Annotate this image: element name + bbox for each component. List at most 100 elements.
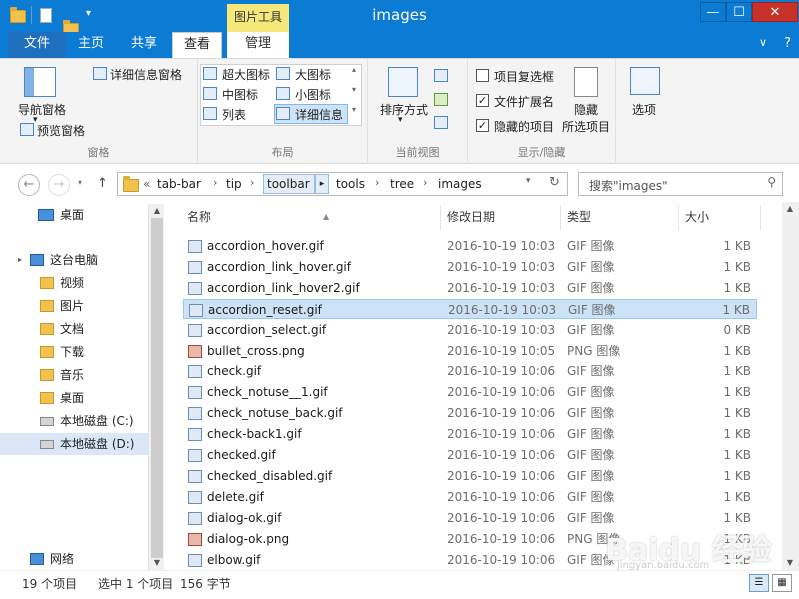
nav-item-this-pc[interactable]: ▸ 这台电脑 bbox=[0, 249, 148, 271]
scroll-up-icon[interactable]: ▲ bbox=[782, 202, 798, 216]
hide-selected-button-2[interactable]: 所选项目 bbox=[562, 118, 610, 135]
nav-item-desktop-folder[interactable]: 桌面 bbox=[0, 387, 148, 409]
column-name[interactable]: 名称 ▲ bbox=[183, 205, 441, 230]
sort-icon[interactable] bbox=[388, 67, 418, 97]
nav-scroll-thumb[interactable] bbox=[151, 218, 163, 558]
gallery-expand-icon[interactable]: ▾ bbox=[352, 105, 356, 114]
nav-scrollbar[interactable]: ▲ ▼ bbox=[148, 204, 164, 570]
scroll-up-icon[interactable]: ▲ bbox=[149, 204, 165, 218]
hide-selected-button[interactable]: 隐藏 bbox=[574, 101, 598, 118]
tab-manage[interactable]: 管理 bbox=[227, 32, 289, 58]
table-row[interactable]: check.gif 2016-10-19 10:06 GIF 图像 1 KB bbox=[183, 361, 757, 381]
breadcrumb-tree[interactable]: tree bbox=[390, 177, 414, 191]
sort-by-button[interactable]: 排序方式 bbox=[380, 101, 428, 118]
gallery-scroll-up-icon[interactable]: ▴ bbox=[352, 65, 356, 74]
nav-item-drive-c[interactable]: 本地磁盘 (C:) bbox=[0, 410, 148, 432]
address-history-icon[interactable]: ▾ bbox=[526, 176, 531, 186]
group-by-icon[interactable] bbox=[434, 69, 448, 82]
nav-item-network[interactable]: 网络 bbox=[0, 548, 148, 570]
expand-arrow-icon[interactable]: ▸ bbox=[18, 249, 22, 271]
nav-item-videos[interactable]: 视频 bbox=[0, 272, 148, 294]
breadcrumb-tab-bar[interactable]: tab-bar bbox=[157, 177, 201, 191]
details-view-button[interactable]: ☰ bbox=[749, 574, 769, 592]
forward-button[interactable]: → bbox=[48, 174, 70, 196]
tab-home[interactable]: 主页 bbox=[68, 32, 114, 58]
file-date: 2016-10-19 10:06 bbox=[447, 427, 556, 442]
search-icon[interactable]: ⚲ bbox=[767, 175, 776, 189]
breadcrumb-separator-icon[interactable]: › bbox=[213, 176, 217, 189]
table-row[interactable]: check_notuse__1.gif 2016-10-19 10:06 GIF 图… bbox=[183, 382, 757, 402]
scroll-down-icon[interactable]: ▼ bbox=[149, 556, 165, 570]
breadcrumb-tools[interactable]: tools bbox=[336, 177, 365, 191]
maximize-button[interactable]: ☐ bbox=[726, 2, 752, 22]
tab-share[interactable]: 共享 bbox=[118, 32, 170, 58]
column-type[interactable]: 类型 bbox=[563, 205, 679, 230]
file-extensions-checkbox[interactable]: ✓ bbox=[476, 94, 489, 107]
up-button[interactable]: ↑ bbox=[97, 176, 108, 191]
details-pane-button[interactable]: 详细信息窗格 bbox=[110, 66, 182, 83]
scroll-down-icon[interactable]: ▼ bbox=[782, 556, 798, 570]
details-pane-icon[interactable] bbox=[93, 67, 107, 80]
layout-details[interactable]: 详细信息 bbox=[295, 106, 343, 123]
table-row[interactable]: checked.gif 2016-10-19 10:06 GIF 图像 1 KB bbox=[183, 445, 757, 465]
minimize-button[interactable]: — bbox=[700, 2, 726, 22]
column-size[interactable]: 大小 bbox=[681, 205, 761, 230]
nav-item-music[interactable]: 音乐 bbox=[0, 364, 148, 386]
breadcrumb-separator-icon[interactable]: › bbox=[423, 176, 427, 189]
tab-view[interactable]: 查看 bbox=[172, 32, 222, 58]
layout-medium[interactable]: 中图标 bbox=[222, 86, 258, 103]
breadcrumb-toolbar[interactable]: toolbar bbox=[267, 177, 310, 191]
table-row[interactable]: bullet_cross.png 2016-10-19 10:05 PNG 图像 1 … bbox=[183, 341, 757, 361]
gallery-scroll-down-icon[interactable]: ▾ bbox=[352, 85, 356, 94]
nav-item-documents[interactable]: 文档 bbox=[0, 318, 148, 340]
nav-item-downloads[interactable]: 下载 bbox=[0, 341, 148, 363]
breadcrumb-images[interactable]: images bbox=[438, 177, 482, 191]
close-button[interactable]: ✕ bbox=[752, 2, 798, 22]
breadcrumb-overflow[interactable]: « bbox=[143, 177, 150, 191]
preview-pane-button[interactable]: 预览窗格 bbox=[37, 122, 85, 139]
layout-extra-large[interactable]: 超大图标 bbox=[222, 66, 270, 83]
ribbon-group-current-view: 排序方式 ▾ 当前视图 bbox=[368, 59, 468, 164]
ribbon-collapse-icon[interactable]: ∨ bbox=[759, 36, 767, 49]
table-row[interactable]: accordion_link_hover.gif 2016-10-19 10:03… bbox=[183, 257, 757, 277]
layout-small[interactable]: 小图标 bbox=[295, 86, 331, 103]
preview-pane-icon[interactable] bbox=[20, 123, 34, 136]
nav-item-pictures[interactable]: 图片 bbox=[0, 295, 148, 317]
layout-large[interactable]: 大图标 bbox=[295, 66, 331, 83]
search-input[interactable]: 搜索"images" ⚲ bbox=[578, 172, 783, 196]
help-icon[interactable]: ? bbox=[784, 36, 791, 51]
hidden-items-checkbox[interactable]: ✓ bbox=[476, 119, 489, 132]
recent-locations-icon[interactable]: ▾ bbox=[78, 178, 82, 187]
refresh-icon[interactable]: ↻ bbox=[549, 175, 560, 190]
nav-pane-icon[interactable] bbox=[24, 67, 56, 97]
options-button[interactable]: 选项 bbox=[632, 101, 656, 118]
add-columns-icon[interactable] bbox=[434, 93, 448, 106]
options-icon[interactable] bbox=[630, 67, 660, 95]
table-row[interactable]: check_notuse_back.gif 2016-10-19 10:06 GIF… bbox=[183, 403, 757, 423]
breadcrumb-separator-icon[interactable]: › bbox=[250, 176, 254, 189]
table-row[interactable]: accordion_link_hover2.gif 2016-10-19 10:0… bbox=[183, 278, 757, 298]
breadcrumb-tip[interactable]: tip bbox=[226, 177, 242, 191]
file-list-scrollbar[interactable]: ▲ ▼ bbox=[782, 202, 799, 570]
chevron-down-icon[interactable]: ▾ bbox=[398, 115, 403, 125]
breadcrumb-separator-icon[interactable]: › bbox=[375, 176, 379, 189]
address-bar[interactable]: « tab-bar › tip › toolbar ▸ tools › tree… bbox=[117, 172, 568, 196]
back-button[interactable]: ← bbox=[18, 174, 40, 196]
large-icons-view-button[interactable]: ▦ bbox=[772, 574, 792, 592]
table-row[interactable]: accordion_select.gif 2016-10-19 10:03 GIF … bbox=[183, 320, 757, 340]
nav-item-drive-d[interactable]: 本地磁盘 (D:) bbox=[0, 433, 148, 455]
table-row[interactable]: check-back1.gif 2016-10-19 10:06 GIF 图像 1 K… bbox=[183, 424, 757, 444]
item-checkboxes-checkbox[interactable] bbox=[476, 69, 489, 82]
layout-list[interactable]: 列表 bbox=[222, 106, 246, 123]
table-row[interactable]: accordion_hover.gif 2016-10-19 10:03 GIF 图… bbox=[183, 236, 757, 256]
tab-file[interactable]: 文件 bbox=[8, 32, 66, 58]
hide-selected-icon[interactable] bbox=[574, 67, 598, 97]
table-row[interactable]: accordion_reset.gif 2016-10-19 10:03 GIF 图… bbox=[183, 298, 757, 319]
nav-item-desktop[interactable]: 桌面 bbox=[0, 204, 148, 226]
size-columns-icon[interactable] bbox=[434, 116, 448, 129]
nav-pane-button[interactable]: 导航窗格 bbox=[18, 101, 66, 118]
breadcrumb-dropdown-icon[interactable]: ▸ bbox=[315, 174, 329, 194]
table-row[interactable]: checked_disabled.gif 2016-10-19 10:06 GIF … bbox=[183, 466, 757, 486]
table-row[interactable]: delete.gif 2016-10-19 10:06 GIF 图像 1 KB bbox=[183, 487, 757, 507]
column-date[interactable]: 修改日期 bbox=[443, 205, 561, 230]
